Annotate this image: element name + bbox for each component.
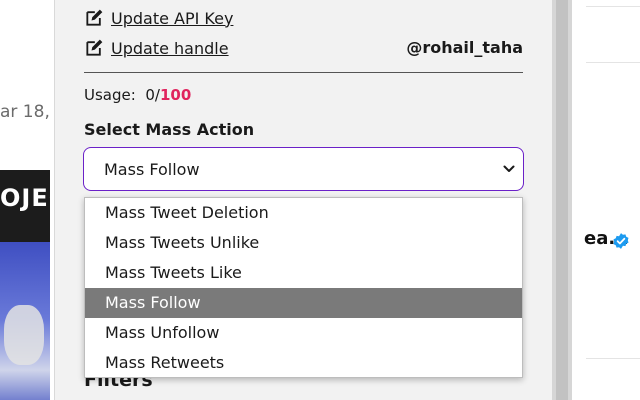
mass-action-option[interactable]: Mass Tweets Like	[85, 258, 522, 288]
update-handle-link[interactable]: Update handle	[84, 38, 229, 58]
mass-action-dropdown-list: Mass Tweet Deletion Mass Tweets Unlike M…	[84, 197, 523, 378]
scrollbar-thumb[interactable]	[556, 0, 568, 400]
background-media-figure	[4, 305, 44, 365]
divider	[84, 72, 523, 73]
background-media-thumbnail: OJEC	[0, 170, 50, 400]
mass-action-option[interactable]: Mass Tweet Deletion	[85, 198, 522, 228]
mass-action-option[interactable]: Mass Tweets Unlike	[85, 228, 522, 258]
mass-action-option-highlighted[interactable]: Mass Follow	[85, 288, 522, 318]
background-divider	[586, 62, 640, 63]
background-divider	[586, 358, 640, 359]
usage-used: 0/	[145, 86, 160, 104]
verified-badge-icon	[613, 233, 629, 249]
mass-action-selected-value: Mass Follow	[104, 159, 200, 179]
update-api-key-link[interactable]: Update API Key	[84, 8, 233, 28]
background-media-text: OJEC	[0, 184, 50, 212]
edit-icon	[86, 9, 103, 26]
usage-label: Usage:	[84, 86, 136, 104]
usage-counter: Usage: 0/100	[84, 86, 191, 104]
background-divider	[586, 6, 640, 7]
edit-icon	[86, 39, 103, 56]
update-api-key-label[interactable]: Update API Key	[111, 9, 233, 28]
current-handle: @rohail_taha	[406, 38, 523, 57]
mass-action-select[interactable]: Mass Follow	[83, 147, 524, 191]
update-handle-label[interactable]: Update handle	[111, 39, 229, 58]
mass-action-option[interactable]: Mass Retweets	[85, 348, 522, 378]
background-side-panel	[572, 0, 640, 400]
chevron-down-icon	[503, 165, 515, 172]
mass-action-option[interactable]: Mass Unfollow	[85, 318, 522, 348]
usage-limit: 100	[159, 86, 192, 104]
mass-action-label: Select Mass Action	[84, 120, 255, 139]
